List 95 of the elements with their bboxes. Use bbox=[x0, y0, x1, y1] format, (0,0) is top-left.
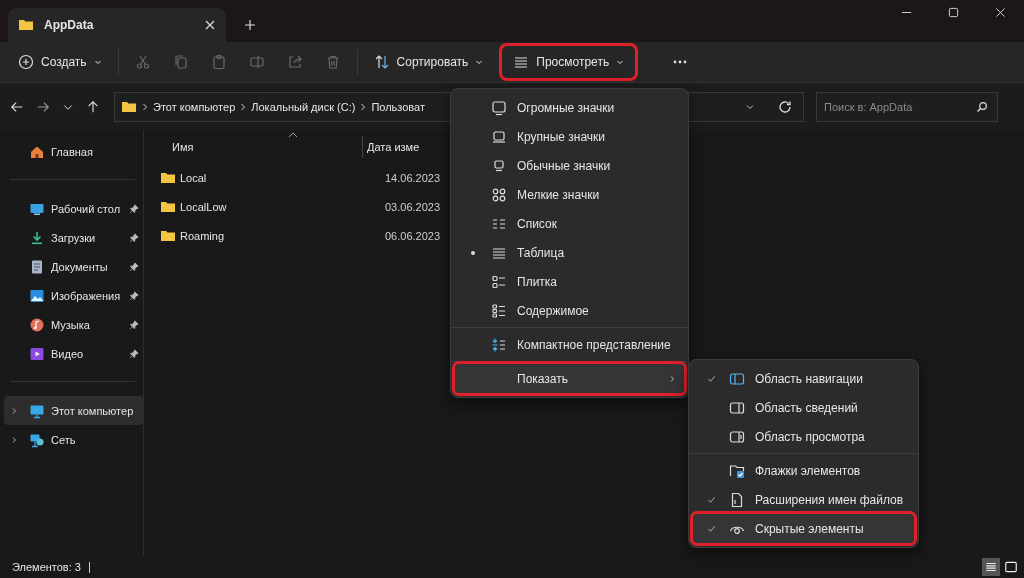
image-icon bbox=[29, 287, 45, 304]
chevron-right-icon bbox=[142, 102, 148, 111]
sidebar-item[interactable]: Рабочий стол bbox=[4, 194, 143, 223]
download-icon bbox=[29, 229, 45, 246]
file-date: 06.06.2023 bbox=[385, 229, 441, 242]
menu-item[interactable]: Крупные значки bbox=[455, 122, 684, 151]
up-arrow-icon[interactable] bbox=[86, 99, 100, 114]
sidebar-label: Музыка bbox=[51, 318, 91, 331]
sidebar-label: Рабочий стол bbox=[51, 202, 122, 215]
sidebar-item[interactable]: Изображения bbox=[4, 281, 143, 310]
compact-icon bbox=[491, 336, 507, 353]
menu-item[interactable]: Таблица bbox=[455, 238, 684, 267]
item-count: Элементов: 3 bbox=[12, 561, 81, 573]
close-icon[interactable] bbox=[204, 19, 216, 31]
column-header[interactable]: Имя bbox=[172, 140, 362, 153]
file-name[interactable]: Local bbox=[180, 171, 385, 184]
sidebar-label: Изображения bbox=[51, 289, 122, 302]
menu-item[interactable]: Область просмотра bbox=[693, 422, 914, 451]
sidebar-item[interactable]: Этот компьютер bbox=[4, 396, 143, 425]
checkmark-icon bbox=[705, 494, 717, 505]
folder-checkbox-icon bbox=[729, 462, 745, 479]
sidebar-label: Загрузки bbox=[51, 231, 97, 244]
chevron-right-icon bbox=[668, 374, 676, 383]
preview-pane-icon bbox=[729, 428, 745, 445]
music-note-icon bbox=[29, 316, 45, 333]
small-monitor-icon bbox=[491, 157, 507, 174]
window-tab[interactable]: AppData bbox=[8, 8, 226, 42]
file-name[interactable]: LocalLow bbox=[180, 200, 385, 213]
back-arrow-icon[interactable] bbox=[10, 99, 24, 114]
menu-item[interactable]: Обычные значки bbox=[455, 151, 684, 180]
menu-item[interactable]: Область навигации bbox=[693, 364, 914, 393]
file-icon bbox=[729, 491, 745, 508]
breadcrumb[interactable]: Локальный диск (C:) bbox=[251, 100, 356, 113]
grid-icon bbox=[491, 186, 507, 203]
menu-item[interactable]: Плитка bbox=[455, 267, 684, 296]
sidebar-item[interactable]: Сеть bbox=[4, 425, 143, 454]
sidebar-label: Главная bbox=[51, 145, 94, 158]
menu-item[interactable]: Мелкие значки bbox=[455, 180, 684, 209]
refresh-icon[interactable] bbox=[777, 98, 793, 115]
menu-item[interactable]: Список bbox=[455, 209, 684, 238]
tiles-icon bbox=[491, 273, 507, 290]
menu-item[interactable]: Содержимое bbox=[455, 296, 684, 325]
search-icon[interactable] bbox=[976, 100, 988, 113]
details-pane-icon bbox=[729, 399, 745, 416]
checkmark-icon bbox=[705, 373, 717, 384]
sidebar-label: Этот компьютер bbox=[51, 404, 135, 417]
chevron-right-icon bbox=[360, 102, 367, 111]
document-icon bbox=[29, 258, 45, 275]
view-button[interactable]: Просмотреть bbox=[503, 47, 635, 77]
navigation-pane-icon bbox=[729, 370, 745, 387]
chevron-icon[interactable] bbox=[10, 406, 18, 415]
file-date: 14.06.2023 bbox=[385, 171, 441, 184]
details-view-button[interactable] bbox=[982, 558, 1000, 576]
sidebar-label: Сеть bbox=[51, 433, 77, 446]
details-icon bbox=[984, 560, 998, 574]
column-header[interactable]: Дата изме bbox=[367, 140, 420, 153]
caret-icon bbox=[616, 58, 625, 66]
breadcrumb[interactable]: Этот компьютер bbox=[153, 100, 236, 113]
bullet-icon bbox=[471, 250, 475, 255]
chevron-right-icon bbox=[240, 102, 247, 111]
close-icon[interactable] bbox=[995, 7, 1006, 18]
caret-icon bbox=[93, 58, 102, 66]
sidebar-item[interactable]: Загрузки bbox=[4, 223, 143, 252]
chevron-icon[interactable] bbox=[10, 435, 18, 444]
menu-item[interactable]: Скрытые элементы bbox=[693, 514, 914, 543]
menu-item[interactable]: Показать bbox=[455, 364, 684, 393]
content-icon bbox=[491, 302, 507, 319]
square-icon bbox=[1004, 560, 1018, 574]
sidebar-label: Документы bbox=[51, 260, 109, 273]
breadcrumb[interactable]: Пользоват bbox=[371, 100, 425, 113]
menu-item[interactable]: Область сведений bbox=[693, 393, 914, 422]
forward-arrow-icon[interactable] bbox=[36, 99, 50, 114]
monitor-icon bbox=[491, 128, 507, 145]
checkmark-icon bbox=[705, 523, 717, 534]
sidebar-item[interactable]: Документы bbox=[4, 252, 143, 281]
caret-icon bbox=[475, 58, 484, 66]
sidebar-label: Видео bbox=[51, 347, 85, 360]
large-monitor-icon bbox=[491, 99, 507, 116]
video-icon bbox=[29, 345, 45, 362]
maximize-icon[interactable] bbox=[948, 7, 959, 18]
folder-icon bbox=[18, 17, 34, 33]
sidebar-item[interactable]: Главная bbox=[4, 137, 143, 166]
sidebar-item[interactable]: Видео bbox=[4, 339, 143, 368]
sidebar-item[interactable]: Музыка bbox=[4, 310, 143, 339]
menu-item[interactable]: Флажки элементов bbox=[693, 456, 914, 485]
menu-item[interactable]: Компактное представление bbox=[455, 330, 684, 359]
sort-caret-icon bbox=[288, 132, 298, 138]
search-field[interactable]: Поиск в: AppData bbox=[816, 91, 998, 122]
file-name[interactable]: Roaming bbox=[180, 229, 385, 242]
sort-button[interactable]: Сортировать bbox=[363, 47, 494, 77]
menu-item[interactable]: Огромные значки bbox=[455, 93, 684, 122]
file-date: 03.06.2023 bbox=[385, 200, 441, 213]
menu-item[interactable]: Расширения имен файлов bbox=[693, 485, 914, 514]
plus-icon[interactable] bbox=[244, 19, 256, 31]
new-button[interactable]: Создать bbox=[8, 47, 112, 77]
